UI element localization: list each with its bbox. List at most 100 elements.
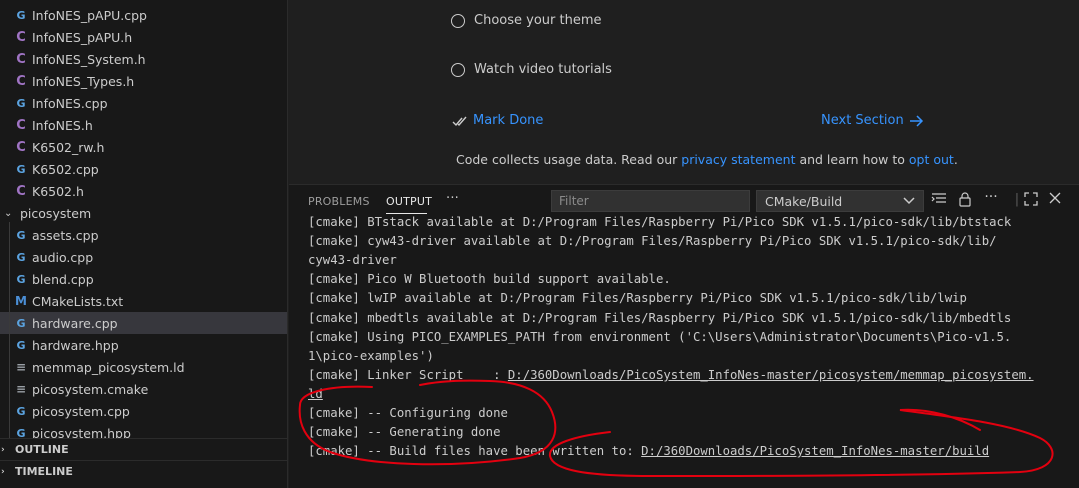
radio-circle-icon [451, 13, 465, 28]
next-section-button[interactable]: Next Section [821, 113, 925, 128]
file-name: hardware.cpp [32, 315, 118, 331]
cpp-file-icon: G [16, 316, 26, 330]
outline-section-header[interactable]: › OUTLINE [0, 438, 287, 460]
more-views-button[interactable]: ··· [446, 191, 459, 206]
output-line: [cmake] mbedtls available at D:/Program … [308, 311, 1012, 325]
folder-name: picosystem [20, 205, 92, 221]
file-item[interactable]: Gpicosystem.cpp [0, 400, 287, 422]
mark-done-label: Mark Done [473, 113, 544, 128]
header-file-icon: C [16, 73, 26, 89]
cpp-file-icon: G [16, 250, 26, 264]
step-label: Choose your theme [474, 13, 602, 28]
opt-out-link[interactable]: opt out [909, 152, 954, 167]
output-line: [cmake] BTstack available at D:/Program … [308, 215, 1012, 229]
file-name: picosystem.cmake [32, 381, 149, 397]
output-line: 1\pico-examples') [308, 349, 434, 363]
file-item[interactable]: Ghardware.cpp [0, 312, 287, 334]
telemetry-notice: Code collects usage data. Read our priva… [456, 152, 958, 167]
output-path-link[interactable]: D:/360Downloads/PicoSystem_InfoNes-maste… [641, 444, 989, 458]
file-item[interactable]: M CMakeLists.txt [0, 290, 287, 312]
output-line: [cmake] -- Build files have been written… [308, 444, 989, 458]
footer-prefix: Code collects usage data. Read our [456, 152, 682, 167]
file-name: memmap_picosystem.ld [32, 359, 185, 375]
output-line: [cmake] cyw43-driver available at D:/Pro… [308, 234, 997, 248]
maximize-panel-icon[interactable] [1022, 192, 1040, 210]
timeline-label: TIMELINE [15, 465, 73, 478]
header-file-icon: C [16, 139, 26, 155]
tab-problems[interactable]: PROBLEMS [308, 195, 370, 208]
cpp-file-icon: G [16, 404, 26, 418]
output-line: [cmake] Using PICO_EXAMPLES_PATH from en… [308, 330, 1012, 344]
output-path-link[interactable]: D:/360Downloads/PicoSystem_InfoNes-maste… [508, 368, 1034, 382]
footer-suffix: . [953, 152, 958, 167]
file-item[interactable]: C InfoNES_System.h [0, 48, 287, 70]
file-name: K6502_rw.h [32, 139, 105, 155]
file-name: InfoNES_pAPU.cpp [32, 7, 147, 23]
footer-mid: and learn how to [795, 152, 909, 167]
file-item[interactable]: C K6502_rw.h [0, 136, 287, 158]
file-name: audio.cpp [32, 249, 94, 265]
file-item[interactable]: Ghardware.hpp [0, 334, 287, 356]
outline-label: OUTLINE [15, 443, 69, 456]
file-name: InfoNES_System.h [32, 51, 146, 67]
explorer-sidebar: G InfoNES_pAPU.cpp C InfoNES_pAPU.h C InfoNES… [0, 0, 288, 488]
output-line-prefix: [cmake] -- Build files have been written… [308, 444, 642, 458]
header-file-icon: C [16, 183, 26, 199]
cpp-file-icon: G [16, 272, 26, 286]
file-item[interactable]: Gblend.cpp [0, 268, 287, 290]
text-file-icon: ≡ [15, 382, 27, 396]
output-line: [cmake] Linker Script : D:/360Downloads/… [308, 368, 1034, 382]
file-name: InfoNES.h [32, 117, 93, 133]
file-name: InfoNES_pAPU.h [32, 29, 133, 45]
file-name: hardware.hpp [32, 337, 119, 353]
file-item[interactable]: C InfoNES_pAPU.h [0, 26, 287, 48]
header-file-icon: C [16, 29, 26, 45]
header-file-icon: C [16, 51, 26, 67]
welcome-walkthrough: Choose your theme Watch video tutorials … [289, 0, 1079, 184]
file-item[interactable]: G InfoNES.cpp [0, 92, 287, 114]
file-name: picosystem.cpp [32, 403, 130, 419]
lock-scroll-icon[interactable] [956, 192, 974, 211]
chevron-down-icon: ⌄ [4, 207, 13, 219]
double-check-icon [452, 116, 467, 126]
radio-circle-icon [451, 62, 465, 77]
file-item[interactable]: C InfoNES_Types.h [0, 70, 287, 92]
close-panel-icon[interactable] [1046, 192, 1064, 208]
file-item[interactable]: G InfoNES_pAPU.cpp [0, 4, 287, 26]
folder-item-picosystem[interactable]: ⌄ picosystem [0, 202, 287, 224]
privacy-statement-link[interactable]: privacy statement [681, 152, 795, 167]
output-line: [cmake] -- Configuring done [308, 406, 508, 420]
output-line: [cmake] Pico W Bluetooth build support a… [308, 272, 671, 286]
file-item[interactable]: ≡ memmap_picosystem.ld [0, 356, 287, 378]
file-name: InfoNES.cpp [32, 95, 108, 111]
file-item[interactable]: C InfoNES.h [0, 114, 287, 136]
output-line-prefix: [cmake] Linker Script : [308, 368, 508, 382]
more-actions-icon[interactable]: ··· [982, 189, 1000, 205]
file-item[interactable]: Gaudio.cpp [0, 246, 287, 268]
cpp-file-icon: G [16, 162, 26, 176]
step-label: Watch video tutorials [474, 62, 612, 77]
file-name: InfoNES_Types.h [32, 73, 135, 89]
file-item[interactable]: C K6502.h [0, 180, 287, 202]
step-choose-theme[interactable]: Choose your theme [451, 13, 602, 28]
output-line: [cmake] -- Generating done [308, 425, 501, 439]
timeline-section-header[interactable]: › TIMELINE [0, 460, 287, 482]
file-name: K6502.h [32, 183, 84, 199]
file-name: K6502.cpp [32, 161, 99, 177]
output-filter-input[interactable]: Filter [551, 190, 750, 212]
mark-done-button[interactable]: Mark Done [452, 113, 543, 128]
output-line: ld [308, 387, 323, 401]
tab-output[interactable]: OUTPUT [386, 195, 432, 208]
file-item[interactable]: G K6502.cpp [0, 158, 287, 180]
file-item[interactable]: Gassets.cpp [0, 224, 287, 246]
word-wrap-icon[interactable] [930, 192, 948, 210]
output-path-link[interactable]: ld [308, 387, 323, 401]
header-file-icon: C [16, 117, 26, 133]
cpp-file-icon: G [16, 228, 26, 242]
chevron-down-icon [903, 197, 915, 205]
output-channel-select[interactable]: CMake/Build [756, 190, 924, 212]
cpp-file-icon: G [16, 8, 26, 22]
text-file-icon: ≡ [15, 360, 27, 374]
file-item[interactable]: ≡ picosystem.cmake [0, 378, 287, 400]
step-watch-tutorials[interactable]: Watch video tutorials [451, 62, 612, 77]
